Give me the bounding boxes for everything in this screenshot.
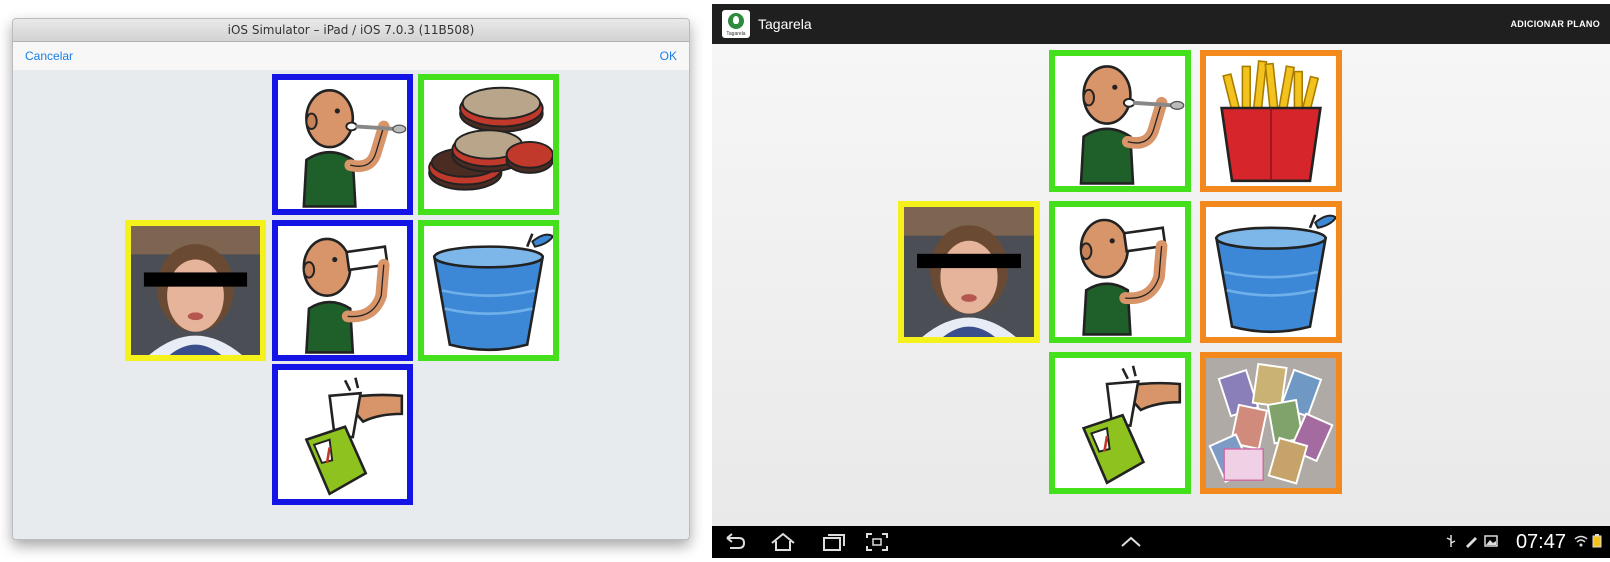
card-child-photo[interactable] [898,201,1040,343]
french-fries-pictogram [1206,56,1336,186]
card-trading-cards[interactable] [1200,352,1342,494]
ios-navigation-bar: Cancelar OK [13,42,689,71]
drink-pictogram [278,226,407,355]
card-eat[interactable] [1049,50,1191,192]
drink-pictogram [1055,207,1185,337]
cookies-pictogram [424,80,553,209]
card-eat[interactable] [272,74,413,215]
system-navigation-bar: 07:47 [712,526,1610,558]
child-photo [904,207,1034,337]
card-drink[interactable] [272,220,413,361]
android-communication-board [712,44,1610,526]
card-french-fries[interactable] [1200,50,1342,192]
water-cup-pictogram [1206,207,1336,337]
card-drink[interactable] [1049,201,1191,343]
card-water-cup[interactable] [1200,201,1342,343]
home-icon[interactable] [770,531,796,553]
pour-juice-pictogram [1055,358,1185,488]
usb-icon [1444,534,1458,548]
chevron-up-icon[interactable] [1118,531,1144,553]
battery-icon [1590,534,1604,548]
image-icon [1484,534,1498,548]
app-title: Tagarela [758,16,812,32]
screenshot-icon[interactable] [864,531,890,553]
recent-apps-icon[interactable] [820,531,846,553]
card-pour-juice[interactable] [272,364,413,505]
eat-pictogram [1055,56,1185,186]
eat-pictogram [278,80,407,209]
card-water-cup[interactable] [418,220,559,361]
pen-icon [1464,534,1478,548]
pour-juice-pictogram [278,370,407,499]
back-icon[interactable] [722,531,748,553]
ok-button[interactable]: OK [660,49,677,63]
ios-communication-board [13,70,689,539]
child-photo [131,226,260,355]
cancel-button[interactable]: Cancelar [25,49,73,63]
app-logo-icon: Tagarela [722,10,750,38]
wifi-icon [1574,534,1588,548]
leaf-icon [728,13,744,29]
clock: 07:47 [1515,531,1566,553]
card-cookies[interactable] [418,74,559,215]
action-bar: Tagarela Tagarela ADICIONAR PLANO [712,4,1610,44]
trading-cards-photo [1206,358,1336,488]
logo-text: Tagarela [726,31,746,37]
card-pour-juice[interactable] [1049,352,1191,494]
window-title: iOS Simulator – iPad / iOS 7.0.3 (11B508… [13,19,689,42]
card-child-photo[interactable] [125,220,266,361]
android-screen: Tagarela Tagarela ADICIONAR PLANO 07:47 [712,4,1610,558]
ios-simulator-window: iOS Simulator – iPad / iOS 7.0.3 (11B508… [12,18,690,540]
add-plan-button[interactable]: ADICIONAR PLANO [1511,19,1601,29]
water-cup-pictogram [424,226,553,355]
